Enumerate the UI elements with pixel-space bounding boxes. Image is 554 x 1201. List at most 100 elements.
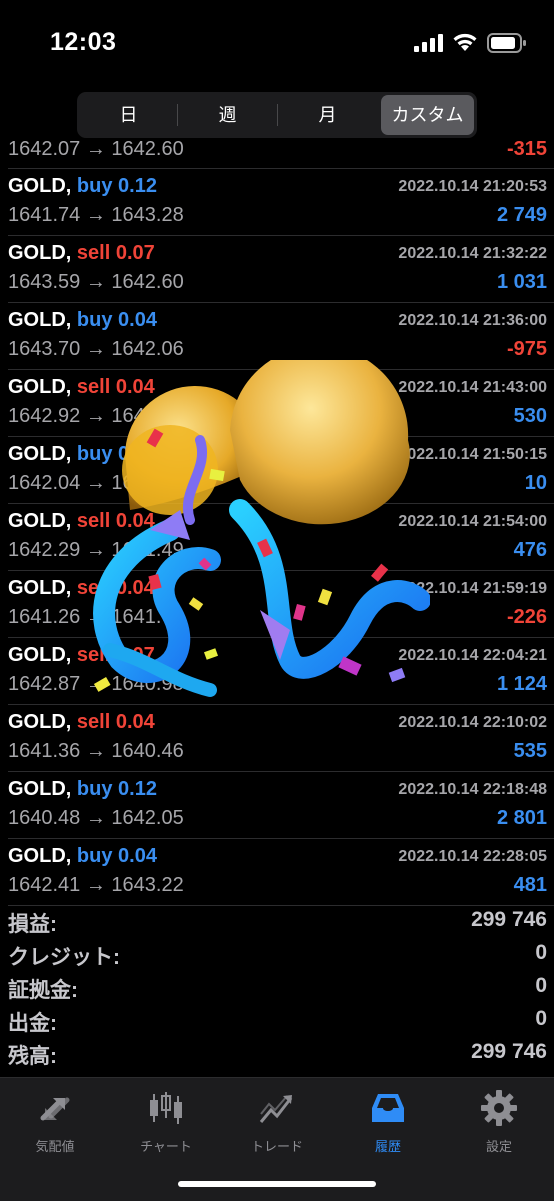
trade-symbol: GOLD,	[8, 443, 72, 465]
trade-symbol: GOLD,	[8, 778, 72, 800]
trade-side: buy	[76, 309, 113, 331]
trade-profit: 2 801	[496, 807, 547, 829]
trade-symbol: GOLD,	[8, 175, 72, 197]
trade-row[interactable]: GOLD, buy 0.04 2022.10.14 21:36:00 1643.70…	[8, 303, 554, 370]
trade-lots: 0.04	[118, 845, 157, 867]
trade-row[interactable]: GOLD, buy 0.12 2022.10.14 22:18:48 1640.48…	[8, 772, 554, 839]
battery-icon	[487, 33, 526, 53]
trade-title: GOLD, sell 0.04	[8, 711, 155, 734]
trade-prices: 1642.07 → 1642.60	[8, 138, 184, 160]
trade-lots: 0.04	[115, 510, 155, 532]
trade-row[interactable]: GOLD, sell 0.07 2022.10.14 21:32:22 1643.5…	[8, 236, 554, 303]
summary-label: 損益:	[8, 913, 57, 936]
trade-side: sell	[76, 510, 111, 532]
trade-row[interactable]: GOLD, sell 0.07 2022.10.14 22:04:21 1642.8…	[8, 638, 554, 705]
segment-custom[interactable]: カスタム	[381, 95, 474, 135]
trade-lots: 0.07	[115, 242, 155, 264]
trade-prices: 1643.59 → 1642.60	[8, 271, 184, 293]
trade-datetime: 2022.10.14 22:04:21	[398, 647, 547, 664]
summary-row: 残高: 299 746	[8, 1038, 547, 1071]
trade-row[interactable]: GOLD, sell 0.04 2022.10.14 21:54:00 1642.2…	[8, 504, 554, 571]
tab-chart[interactable]: チャート	[111, 1088, 221, 1158]
trade-datetime: 2022.10.14 21:20:53	[398, 178, 547, 195]
summary-value: 0	[535, 941, 547, 964]
trade-lots: 0.12	[118, 778, 157, 800]
trade-profit: 2 749	[496, 204, 547, 226]
trade-symbol: GOLD,	[8, 577, 72, 599]
trade-lots: 0.04	[118, 309, 157, 331]
trade-prices: 1642.29 → 1641.49	[8, 539, 184, 561]
trade-title: GOLD, buy 0.04	[8, 443, 157, 466]
trade-profit: 1 031	[496, 271, 547, 293]
tab-label: 設定	[485, 1139, 512, 1154]
summary-value: 299 746	[471, 1040, 547, 1063]
trade-title: GOLD, buy 0.12	[8, 778, 157, 801]
summary-row: 証拠金: 0	[8, 972, 547, 1005]
trade-row[interactable]: GOLD, sell 0.04 2022.10.14 21:43:00 1642.9…	[8, 370, 554, 437]
wifi-icon	[453, 33, 477, 51]
trade-symbol: GOLD,	[8, 711, 72, 733]
trade-symbol: GOLD,	[8, 242, 72, 264]
trade-history-list: 1642.07 → 1642.60 -315 GOLD, buy 0.12 202…	[0, 138, 554, 906]
trade-profit: 10	[524, 472, 547, 494]
inbox-tray-icon	[372, 1094, 404, 1122]
trade-lots: 0.07	[115, 644, 155, 666]
trade-title: GOLD, sell 0.04	[8, 510, 155, 533]
trade-side: sell	[76, 242, 111, 264]
trade-prices: 1642.41 → 1643.22	[8, 874, 184, 896]
trade-datetime: 2022.10.14 22:10:02	[398, 714, 547, 731]
tab-settings[interactable]: 設定	[444, 1088, 554, 1158]
trade-side: sell	[76, 376, 111, 398]
trade-side: buy	[76, 443, 113, 465]
tab-quotes[interactable]: 気配値	[0, 1088, 110, 1158]
summary-value: 0	[535, 974, 547, 997]
trade-title: GOLD, buy 0.04	[8, 845, 157, 868]
summary-value: 299 746	[471, 908, 547, 931]
trade-title: GOLD, sell 0.07	[8, 644, 155, 667]
trade-prices: 1641.26 → 1641.64	[8, 606, 184, 628]
trade-row[interactable]: GOLD, buy 0.12 2022.10.14 21:20:53 1641.74…	[8, 169, 554, 236]
trade-side: buy	[76, 175, 113, 197]
status-bar: 12:03	[0, 0, 554, 90]
trade-prices: 1642.87 → 1640.98	[8, 673, 184, 695]
trade-side: buy	[76, 845, 113, 867]
trade-row[interactable]: GOLD, sell 0.04 2022.10.14 22:10:02 1641.3…	[8, 705, 554, 772]
segment-month[interactable]: 月	[278, 95, 377, 135]
trade-row[interactable]: GOLD, buy 0.04 2022.10.14 22:28:05 1642.41…	[8, 839, 554, 906]
trade-datetime: 2022.10.14 21:36:00	[398, 312, 547, 329]
trade-datetime: 2022.10.14 21:54:00	[398, 513, 547, 530]
trade-profit: -226	[506, 606, 547, 628]
trade-symbol: GOLD,	[8, 845, 72, 867]
summary-row: 損益: 299 746	[8, 906, 547, 939]
trade-profit: -315	[506, 138, 547, 160]
trade-row[interactable]: GOLD, buy 0.04 2022.10.14 21:50:15 1642.04…	[8, 437, 554, 504]
trade-datetime: 2022.10.14 21:43:00	[398, 379, 547, 396]
period-segmented-control: 日 週 月 カスタム	[77, 92, 477, 138]
trade-lots: 0.04	[115, 711, 155, 733]
trade-title: GOLD, sell 0.07	[8, 242, 155, 265]
trade-profit: 476	[513, 539, 547, 561]
trade-datetime: 2022.10.14 22:18:48	[398, 781, 547, 798]
segment-week[interactable]: 週	[178, 95, 277, 135]
segment-day[interactable]: 日	[80, 95, 177, 135]
cellular-signal-icon	[414, 34, 443, 52]
home-indicator	[178, 1181, 376, 1187]
trade-lots: 0.04	[115, 376, 155, 398]
summary-label: クレジット:	[8, 946, 120, 969]
trade-prices: 1641.74 → 1643.28	[8, 204, 184, 226]
trade-profit: 481	[513, 874, 547, 896]
trade-title: GOLD, sell 0.04	[8, 376, 155, 399]
account-summary: 損益: 299 746 クレジット: 0 証拠金: 0 出金: 0 残高: 299 746	[8, 906, 547, 1071]
trade-side: buy	[76, 778, 113, 800]
trade-chart-icon	[259, 1095, 293, 1123]
trade-row[interactable]: 1642.07 → 1642.60 -315	[8, 138, 554, 169]
tab-trade[interactable]: トレード	[222, 1088, 332, 1158]
trade-profit: -975	[506, 338, 547, 360]
tab-history[interactable]: 履歴	[333, 1088, 443, 1158]
candlestick-icon	[150, 1092, 182, 1124]
trade-lots: 0.04	[115, 577, 155, 599]
tab-label: 履歴	[374, 1139, 401, 1154]
trade-symbol: GOLD,	[8, 376, 72, 398]
trade-title: GOLD, buy 0.04	[8, 309, 157, 332]
trade-row[interactable]: GOLD, sell 0.04 2022.10.14 21:59:19 1641.2…	[8, 571, 554, 638]
